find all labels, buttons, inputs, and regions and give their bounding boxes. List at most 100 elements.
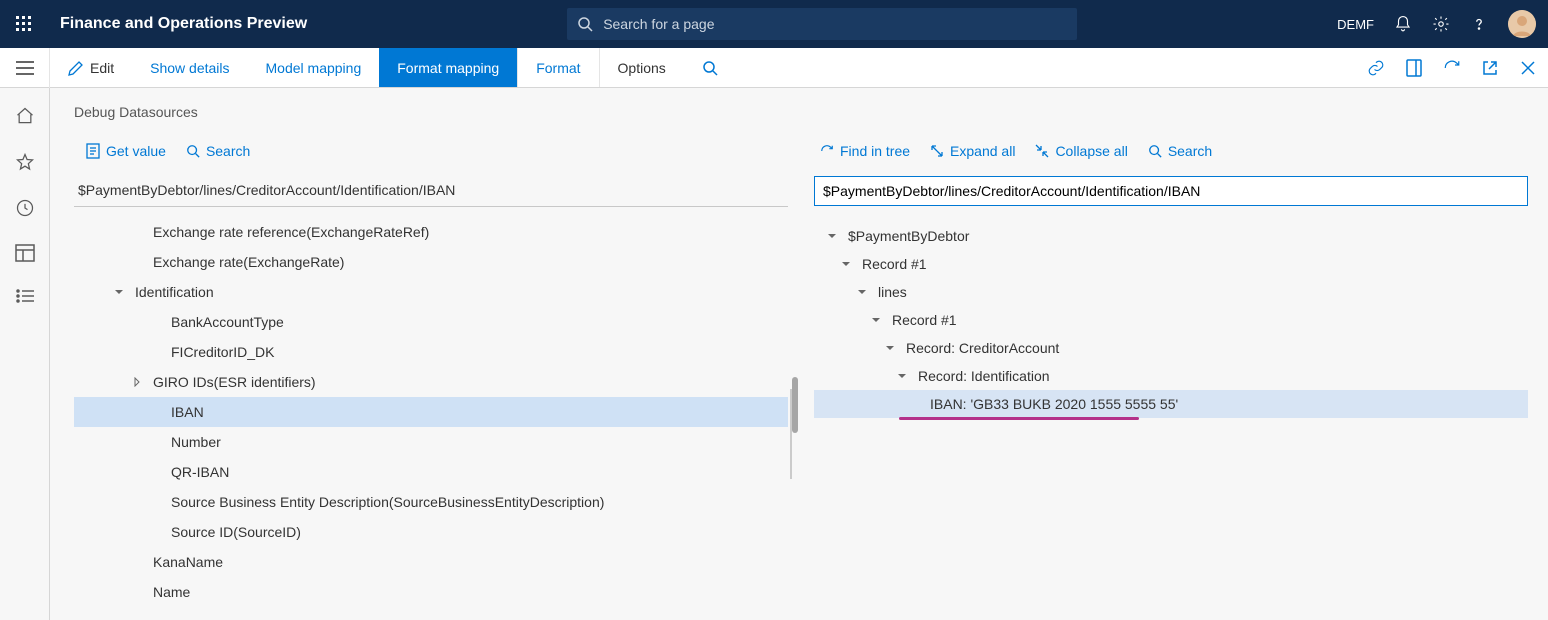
collapse-all-button[interactable]: Collapse all [1035,143,1127,159]
edit-label: Edit [90,60,114,76]
tree-node[interactable]: GIRO IDs(ESR identifiers) [74,367,788,397]
left-pane: Get value Search $PaymentByDebtor/lines/… [74,136,788,607]
pencil-icon [68,60,84,76]
tree-node[interactable]: Source ID(SourceID) [74,517,788,547]
collapse-all-label: Collapse all [1055,143,1127,159]
format-mapping-button[interactable]: Format mapping [379,48,517,87]
gear-icon[interactable] [1432,15,1450,33]
modules-icon[interactable] [15,288,35,304]
show-details-button[interactable]: Show details [132,48,247,87]
model-mapping-button[interactable]: Model mapping [248,48,380,87]
tree-node[interactable]: IBAN [74,397,788,427]
left-path-display[interactable]: $PaymentByDebtor/lines/CreditorAccount/I… [74,176,788,207]
expand-all-label: Expand all [950,143,1015,159]
right-search-label: Search [1168,143,1212,159]
tree-node-label: Name [153,584,190,600]
chevron-down-icon[interactable] [824,228,840,244]
tree-node-label: IBAN: 'GB33 BUKB 2020 1555 5555 55' [930,396,1178,412]
clock-icon[interactable] [15,198,35,218]
left-pane-toolbar: Get value Search [74,136,788,166]
tree-node-label: Source Business Entity Description(Sourc… [171,494,604,510]
global-search-placeholder: Search for a page [603,16,714,32]
tree-node[interactable]: IBAN: 'GB33 BUKB 2020 1555 5555 55' [814,390,1528,418]
find-in-tree-button[interactable]: Find in tree [820,143,910,159]
tree-node-label: lines [878,284,907,300]
right-path-input[interactable] [814,176,1528,206]
tree-node-label: KanaName [153,554,223,570]
right-tree: $PaymentByDebtor Record #1 lines Record #1 R… [814,222,1528,420]
search-icon [577,16,593,32]
options-button[interactable]: Options [599,48,684,87]
tree-node[interactable]: Record: CreditorAccount [814,334,1528,362]
tree-node[interactable]: Exchange rate reference(ExchangeRateRef) [74,217,788,247]
right-pane-toolbar: Find in tree Expand all Collapse all Sea… [814,136,1528,166]
action-search-icon[interactable] [684,48,736,87]
close-icon[interactable] [1518,58,1538,78]
document-icon [86,143,100,159]
tree-node-label: Record: CreditorAccount [906,340,1059,356]
tree-node[interactable]: Source Business Entity Description(Sourc… [74,487,788,517]
legal-entity-label[interactable]: DEMF [1337,17,1374,32]
popout-icon[interactable] [1480,58,1500,78]
get-value-button[interactable]: Get value [86,143,166,159]
expand-all-button[interactable]: Expand all [930,143,1015,159]
tree-node[interactable]: KanaName [74,547,788,577]
tree-node[interactable]: QR-IBAN [74,457,788,487]
tree-node-label: IBAN [171,404,204,420]
home-icon[interactable] [15,106,35,126]
tree-node[interactable]: Number [74,427,788,457]
tree-node-label: FICreditorID_DK [171,344,274,360]
action-bar: Edit Show details Model mapping Format m… [0,48,1548,88]
chevron-down-icon[interactable] [894,368,910,384]
edit-button[interactable]: Edit [50,48,132,87]
left-search-label: Search [206,143,250,159]
tree-node[interactable]: FICreditorID_DK [74,337,788,367]
chevron-down-icon[interactable] [882,340,898,356]
app-title: Finance and Operations Preview [60,15,307,33]
chevron-right-icon[interactable] [129,374,145,390]
chevron-down-icon[interactable] [868,312,884,328]
highlight-underline [899,417,1139,420]
tree-node[interactable]: lines [814,278,1528,306]
right-pane: Find in tree Expand all Collapse all Sea… [814,136,1528,607]
scrollbar-thumb[interactable] [792,377,798,433]
tree-node[interactable]: Record #1 [814,306,1528,334]
tree-node-label: QR-IBAN [171,464,229,480]
refresh-icon[interactable] [1442,58,1462,78]
star-icon[interactable] [15,152,35,172]
tree-node-label: Number [171,434,221,450]
header-right-tools: DEMF [1337,10,1536,38]
panel-icon[interactable] [1404,58,1424,78]
tree-node-label: BankAccountType [171,314,284,330]
chevron-down-icon[interactable] [854,284,870,300]
global-search-input[interactable]: Search for a page [567,8,1077,40]
tree-node[interactable]: BankAccountType [74,307,788,337]
workspace-icon[interactable] [15,244,35,262]
tree-node-label: Source ID(SourceID) [171,524,301,540]
bell-icon[interactable] [1394,15,1412,33]
tree-node[interactable]: Identification [74,277,788,307]
global-header: Finance and Operations Preview Search fo… [0,0,1548,48]
hamburger-icon[interactable] [0,48,50,88]
format-button[interactable]: Format [517,48,598,87]
waffle-icon[interactable] [12,12,36,36]
left-tree: Exchange rate reference(ExchangeRateRef)… [74,217,788,607]
help-icon[interactable] [1470,15,1488,33]
action-bar-right [1366,48,1548,87]
chevron-down-icon[interactable] [838,256,854,272]
refresh-icon [820,144,834,158]
tree-node-label: Record #1 [862,256,927,272]
collapse-icon [1035,144,1049,158]
tree-node[interactable]: Record #1 [814,250,1528,278]
content: Debug Datasources Get value Search $Paym… [50,88,1548,620]
chevron-down-icon[interactable] [111,284,127,300]
user-avatar[interactable] [1508,10,1536,38]
left-search-button[interactable]: Search [186,143,250,159]
link-icon[interactable] [1366,58,1386,78]
get-value-label: Get value [106,143,166,159]
tree-node[interactable]: Name [74,577,788,607]
tree-node[interactable]: Exchange rate(ExchangeRate) [74,247,788,277]
tree-node[interactable]: $PaymentByDebtor [814,222,1528,250]
right-search-button[interactable]: Search [1148,143,1212,159]
tree-node[interactable]: Record: Identification [814,362,1528,390]
